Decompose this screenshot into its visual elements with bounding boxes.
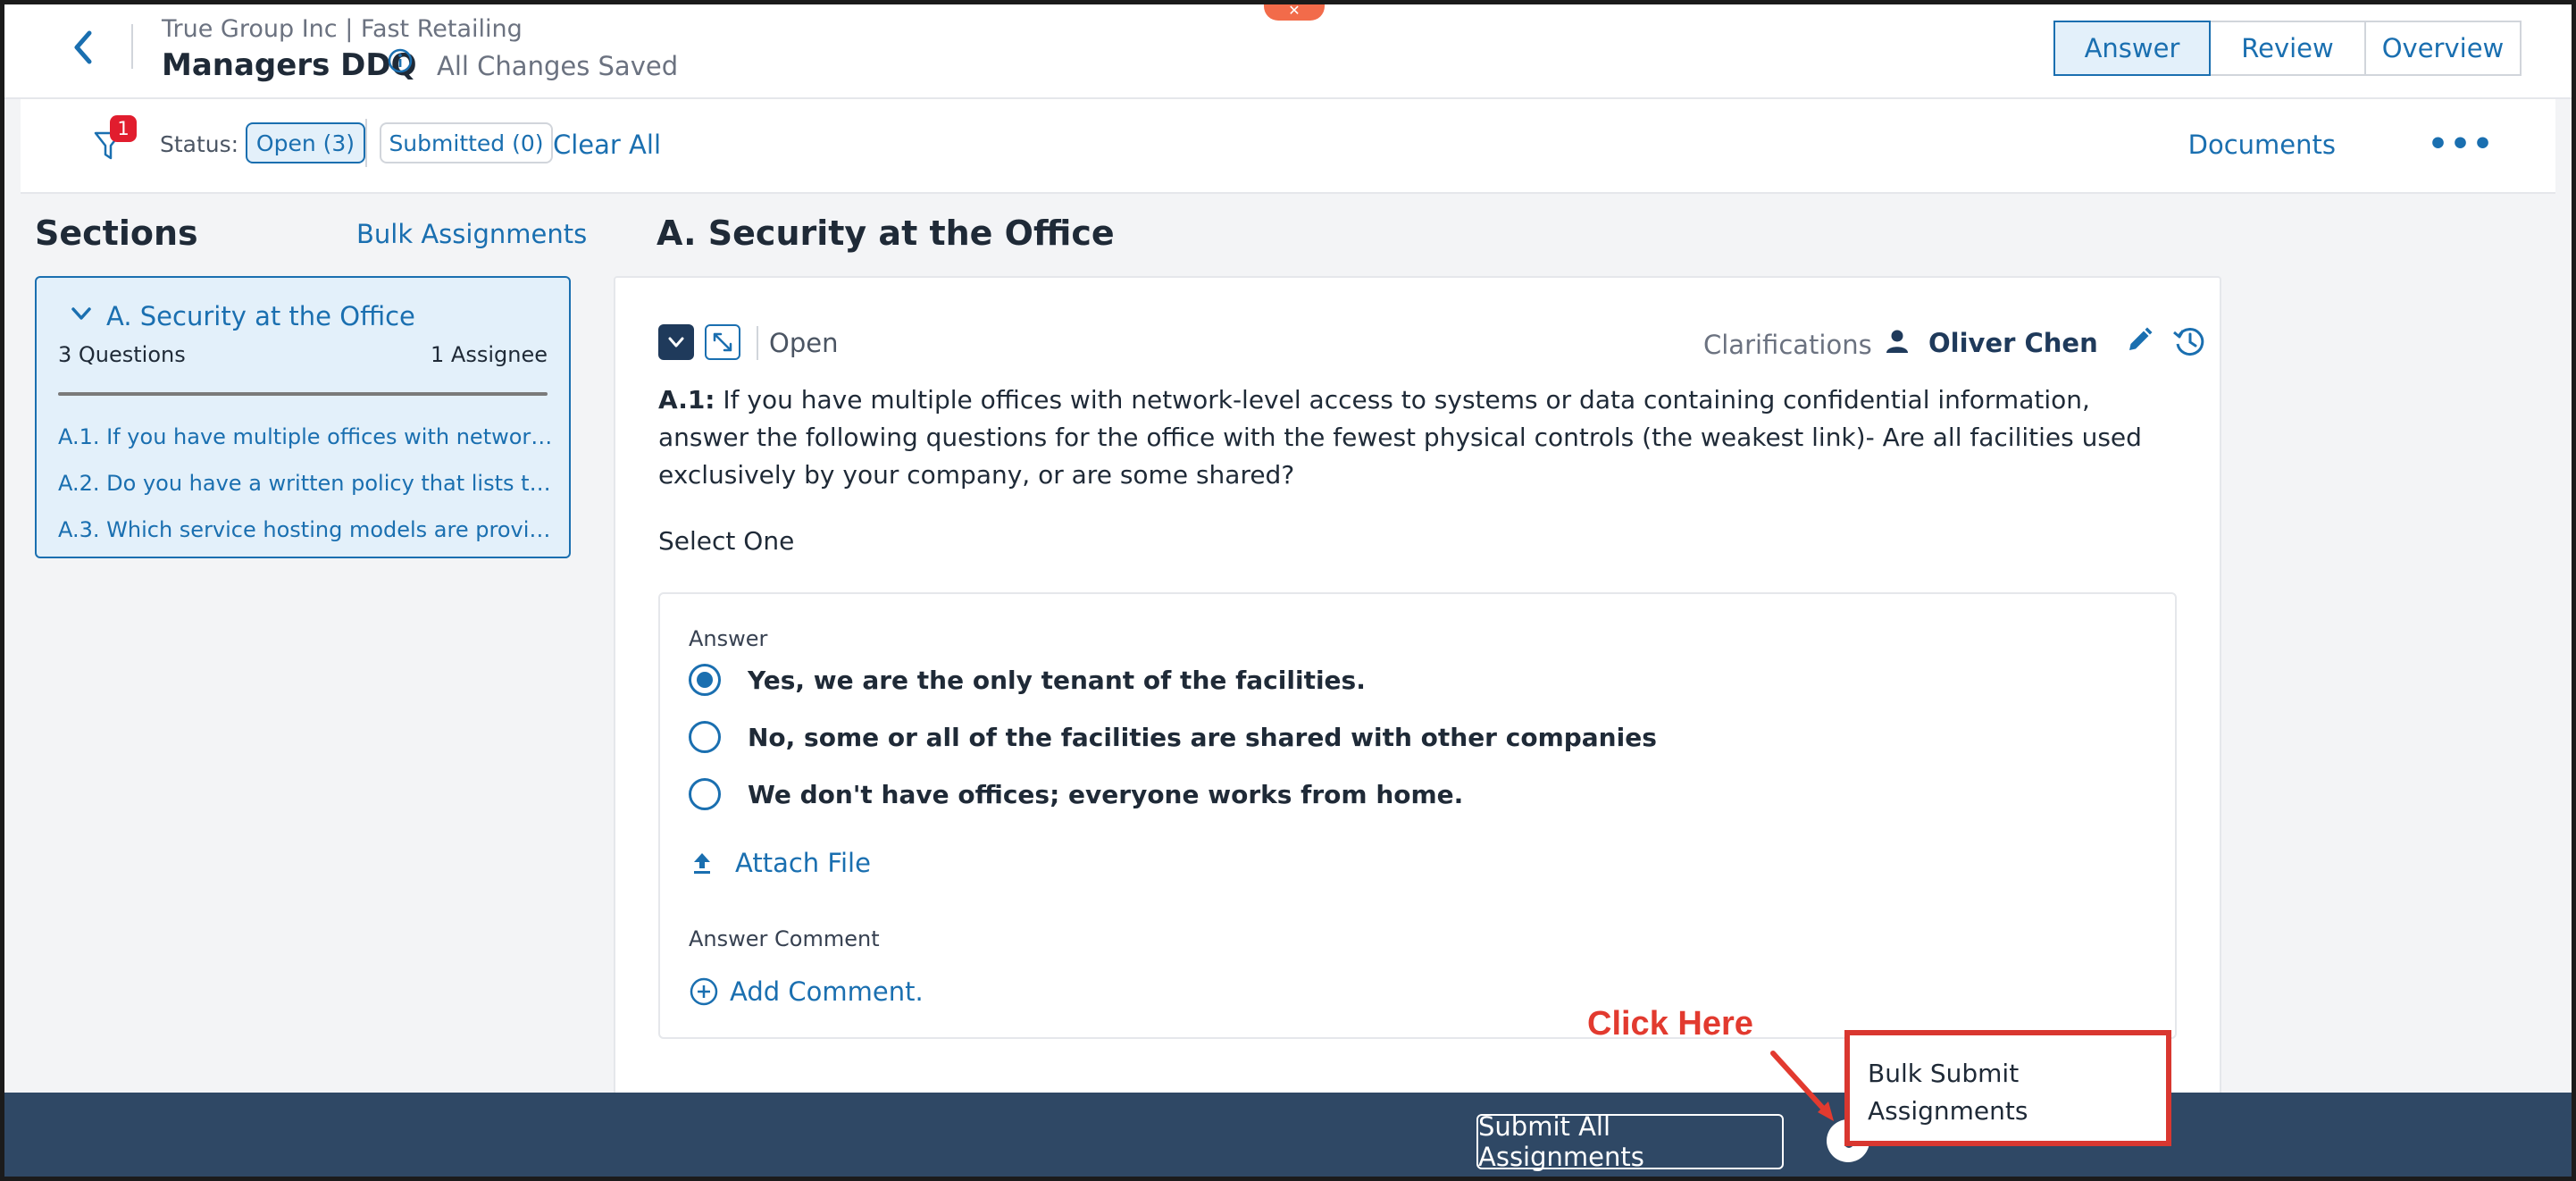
radio-selected-dot bbox=[697, 672, 713, 688]
status-label: Status: bbox=[160, 131, 239, 157]
question-number: A.1: bbox=[658, 385, 715, 415]
question-text: A.1: If you have multiple offices with n… bbox=[658, 381, 2159, 494]
clear-all-link[interactable]: Clear All bbox=[553, 130, 661, 160]
divider bbox=[757, 326, 758, 360]
tab-review[interactable]: Review bbox=[2209, 21, 2366, 76]
section-question-link[interactable]: A.2. Do you have a written policy that l… bbox=[58, 471, 555, 496]
attach-file-button[interactable]: Attach File bbox=[689, 848, 871, 878]
expand-icon bbox=[713, 332, 732, 352]
more-options-icon[interactable]: ••• bbox=[2428, 129, 2495, 161]
answer-option[interactable]: Yes, we are the only tenant of the facil… bbox=[689, 664, 1366, 696]
chevron-down-icon bbox=[668, 337, 684, 348]
attach-file-label[interactable]: Attach File bbox=[735, 848, 871, 878]
bulk-submit-tooltip: Bulk Submit Assignments bbox=[1844, 1030, 2171, 1146]
section-question-link[interactable]: A.3. Which service hosting models are pr… bbox=[58, 517, 555, 542]
info-icon[interactable] bbox=[387, 47, 414, 74]
radio-button[interactable] bbox=[689, 664, 721, 696]
submit-all-button[interactable]: Submit All Assignments bbox=[1476, 1111, 1784, 1172]
chip-divider bbox=[365, 119, 367, 167]
section-question-link[interactable]: A.1. If you have multiple offices with n… bbox=[58, 424, 555, 449]
section-question-count: 3 Questions bbox=[58, 342, 186, 367]
add-comment-button[interactable]: Add Comment. bbox=[689, 976, 924, 1007]
documents-link[interactable]: Documents bbox=[2188, 130, 2336, 160]
answer-option-label[interactable]: Yes, we are the only tenant of the facil… bbox=[748, 666, 1366, 695]
clarifications-link[interactable]: Clarifications bbox=[1703, 330, 1872, 360]
upload-icon bbox=[694, 853, 710, 874]
tab-answer[interactable]: Answer bbox=[2053, 21, 2211, 76]
filter-count-badge: 1 bbox=[110, 115, 137, 142]
footer-bar: Submit All Assignments bbox=[4, 1093, 2572, 1177]
chevron-left-icon bbox=[74, 30, 92, 64]
status-chip-submitted[interactable]: Submitted (0) bbox=[380, 122, 553, 163]
breadcrumb: True Group Inc | Fast Retailing bbox=[162, 15, 523, 43]
status-chip-open[interactable]: Open (3) bbox=[246, 122, 365, 163]
answer-option[interactable]: No, some or all of the facilities are sh… bbox=[689, 721, 1657, 753]
header: True Group Inc | Fast Retailing Managers… bbox=[4, 4, 2572, 99]
section-progress-bar bbox=[58, 392, 548, 396]
section-assignee-count: 1 Assignee bbox=[431, 342, 548, 367]
annotation-arrow-icon bbox=[1770, 1051, 1834, 1121]
collapse-button[interactable] bbox=[658, 324, 694, 360]
close-icon[interactable]: ✕ bbox=[1264, 4, 1325, 21]
app-window: True Group Inc | Fast Retailing Managers… bbox=[0, 0, 2576, 1181]
expand-button[interactable] bbox=[705, 324, 740, 360]
history-icon[interactable] bbox=[2171, 322, 2209, 360]
sections-title: Sections bbox=[35, 214, 198, 253]
radio-button[interactable] bbox=[689, 721, 721, 753]
annotation-callout: Click Here bbox=[1587, 1005, 1753, 1043]
section-heading: A. Security at the Office bbox=[657, 214, 1115, 253]
answer-option-label[interactable]: No, some or all of the facilities are sh… bbox=[748, 723, 1657, 752]
back-button[interactable] bbox=[62, 26, 105, 69]
save-status: All Changes Saved bbox=[437, 51, 679, 81]
chevron-down-icon[interactable] bbox=[69, 301, 94, 326]
answer-instruction: Select One bbox=[658, 526, 795, 556]
add-comment-label[interactable]: Add Comment. bbox=[730, 976, 924, 1007]
plus-circle-icon bbox=[690, 977, 718, 1006]
filter-bar: 1 Status: Open (3) Submitted (0) Clear A… bbox=[21, 99, 2555, 194]
view-tabs: Answer Review Overview bbox=[2053, 21, 2522, 76]
tab-overview[interactable]: Overview bbox=[2364, 21, 2522, 76]
answer-option[interactable]: We don't have offices; everyone works fr… bbox=[689, 778, 1463, 810]
section-card[interactable]: A. Security at the Office 3 Questions 1 … bbox=[35, 276, 571, 558]
page-title: Managers DDQ bbox=[162, 47, 417, 83]
pencil-icon[interactable] bbox=[2125, 326, 2154, 355]
person-icon bbox=[1886, 330, 1908, 353]
answer-box: Answer Yes, we are the only tenant of th… bbox=[658, 592, 2177, 1039]
question-body: If you have multiple offices with networ… bbox=[658, 385, 2142, 490]
section-name[interactable]: A. Security at the Office bbox=[106, 301, 415, 331]
radio-button[interactable] bbox=[689, 778, 721, 810]
assignee-name: Oliver Chen bbox=[1928, 328, 2098, 358]
question-status: Open bbox=[769, 328, 839, 358]
question-card: Open Clarifications Oliver Chen A.1: If … bbox=[614, 276, 2221, 1098]
bulk-assignments-link[interactable]: Bulk Assignments bbox=[356, 219, 587, 249]
answer-option-label[interactable]: We don't have offices; everyone works fr… bbox=[748, 780, 1463, 809]
answer-comment-label: Answer Comment bbox=[689, 926, 880, 951]
answer-label: Answer bbox=[689, 626, 768, 651]
header-divider bbox=[131, 24, 133, 69]
